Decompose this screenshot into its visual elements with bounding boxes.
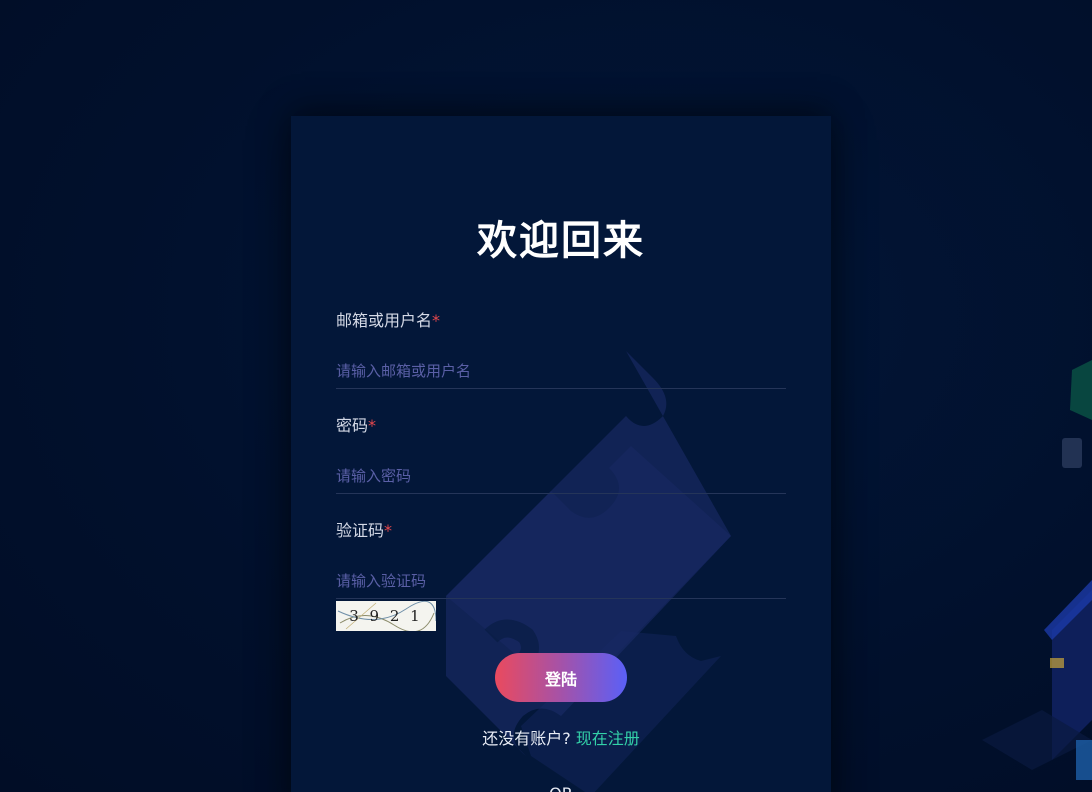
username-label-text: 邮箱或用户名 <box>336 311 433 330</box>
captcha-label-text: 验证码 <box>336 521 385 540</box>
login-card: 欢迎回来 邮箱或用户名* 密码* 验证码* 3 9 2 1 登陆 还没有账户? … <box>291 116 831 792</box>
login-button[interactable]: 登陆 <box>495 653 627 702</box>
password-input[interactable] <box>336 458 786 494</box>
captcha-label: 验证码* <box>336 521 392 541</box>
register-link[interactable]: 现在注册 <box>576 729 640 748</box>
required-mark: * <box>432 311 441 330</box>
decorative-illustration <box>982 360 1092 780</box>
captcha-text: 3 9 2 1 <box>349 607 422 625</box>
required-mark: * <box>384 521 393 540</box>
password-label: 密码* <box>336 416 376 436</box>
captcha-image[interactable]: 3 9 2 1 <box>336 601 436 631</box>
username-label: 邮箱或用户名* <box>336 311 440 331</box>
register-prompt: 还没有账户? 现在注册 <box>291 729 831 749</box>
captcha-noise: 3 9 2 1 <box>337 601 436 631</box>
captcha-input[interactable] <box>336 563 786 599</box>
page-title: 欢迎回来 <box>477 218 645 264</box>
required-mark: * <box>368 416 377 435</box>
username-input[interactable] <box>336 353 786 389</box>
register-prompt-text: 还没有账户? <box>482 729 576 748</box>
password-label-text: 密码 <box>336 416 369 435</box>
login-page: 欢迎回来 邮箱或用户名* 密码* 验证码* 3 9 2 1 登陆 还没有账户? … <box>0 0 1092 792</box>
or-divider-text: OR <box>291 784 831 792</box>
